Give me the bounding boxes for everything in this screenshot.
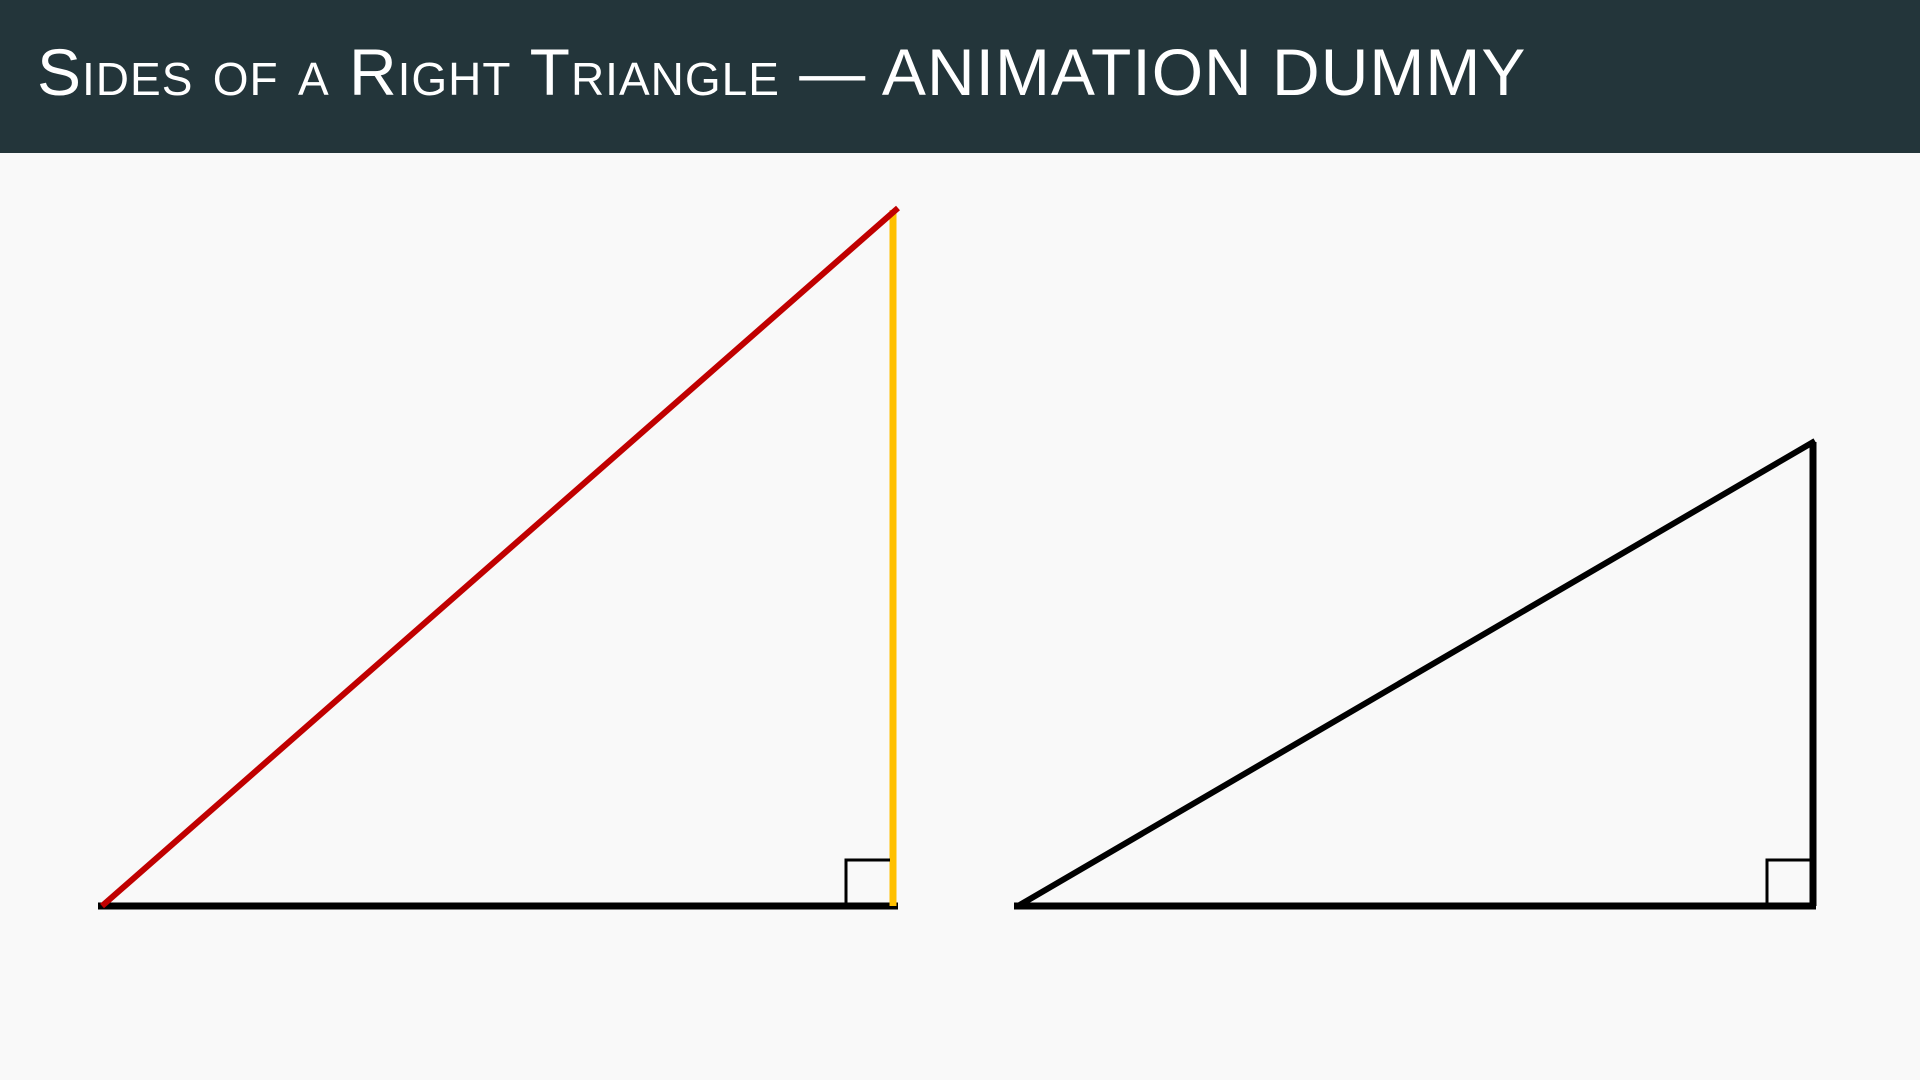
left-triangle-right-angle-marker [844, 858, 890, 906]
slide: Sides of a Right Triangle — ANIMATION DU… [0, 0, 1920, 1080]
right-triangle [1014, 438, 1817, 910]
triangles-diagram [98, 205, 1817, 910]
right-triangle-hypotenuse [1016, 438, 1817, 909]
left-triangle-hypotenuse [100, 205, 900, 909]
left-triangle [98, 205, 900, 910]
right-triangle-right-angle-marker [1765, 858, 1810, 906]
